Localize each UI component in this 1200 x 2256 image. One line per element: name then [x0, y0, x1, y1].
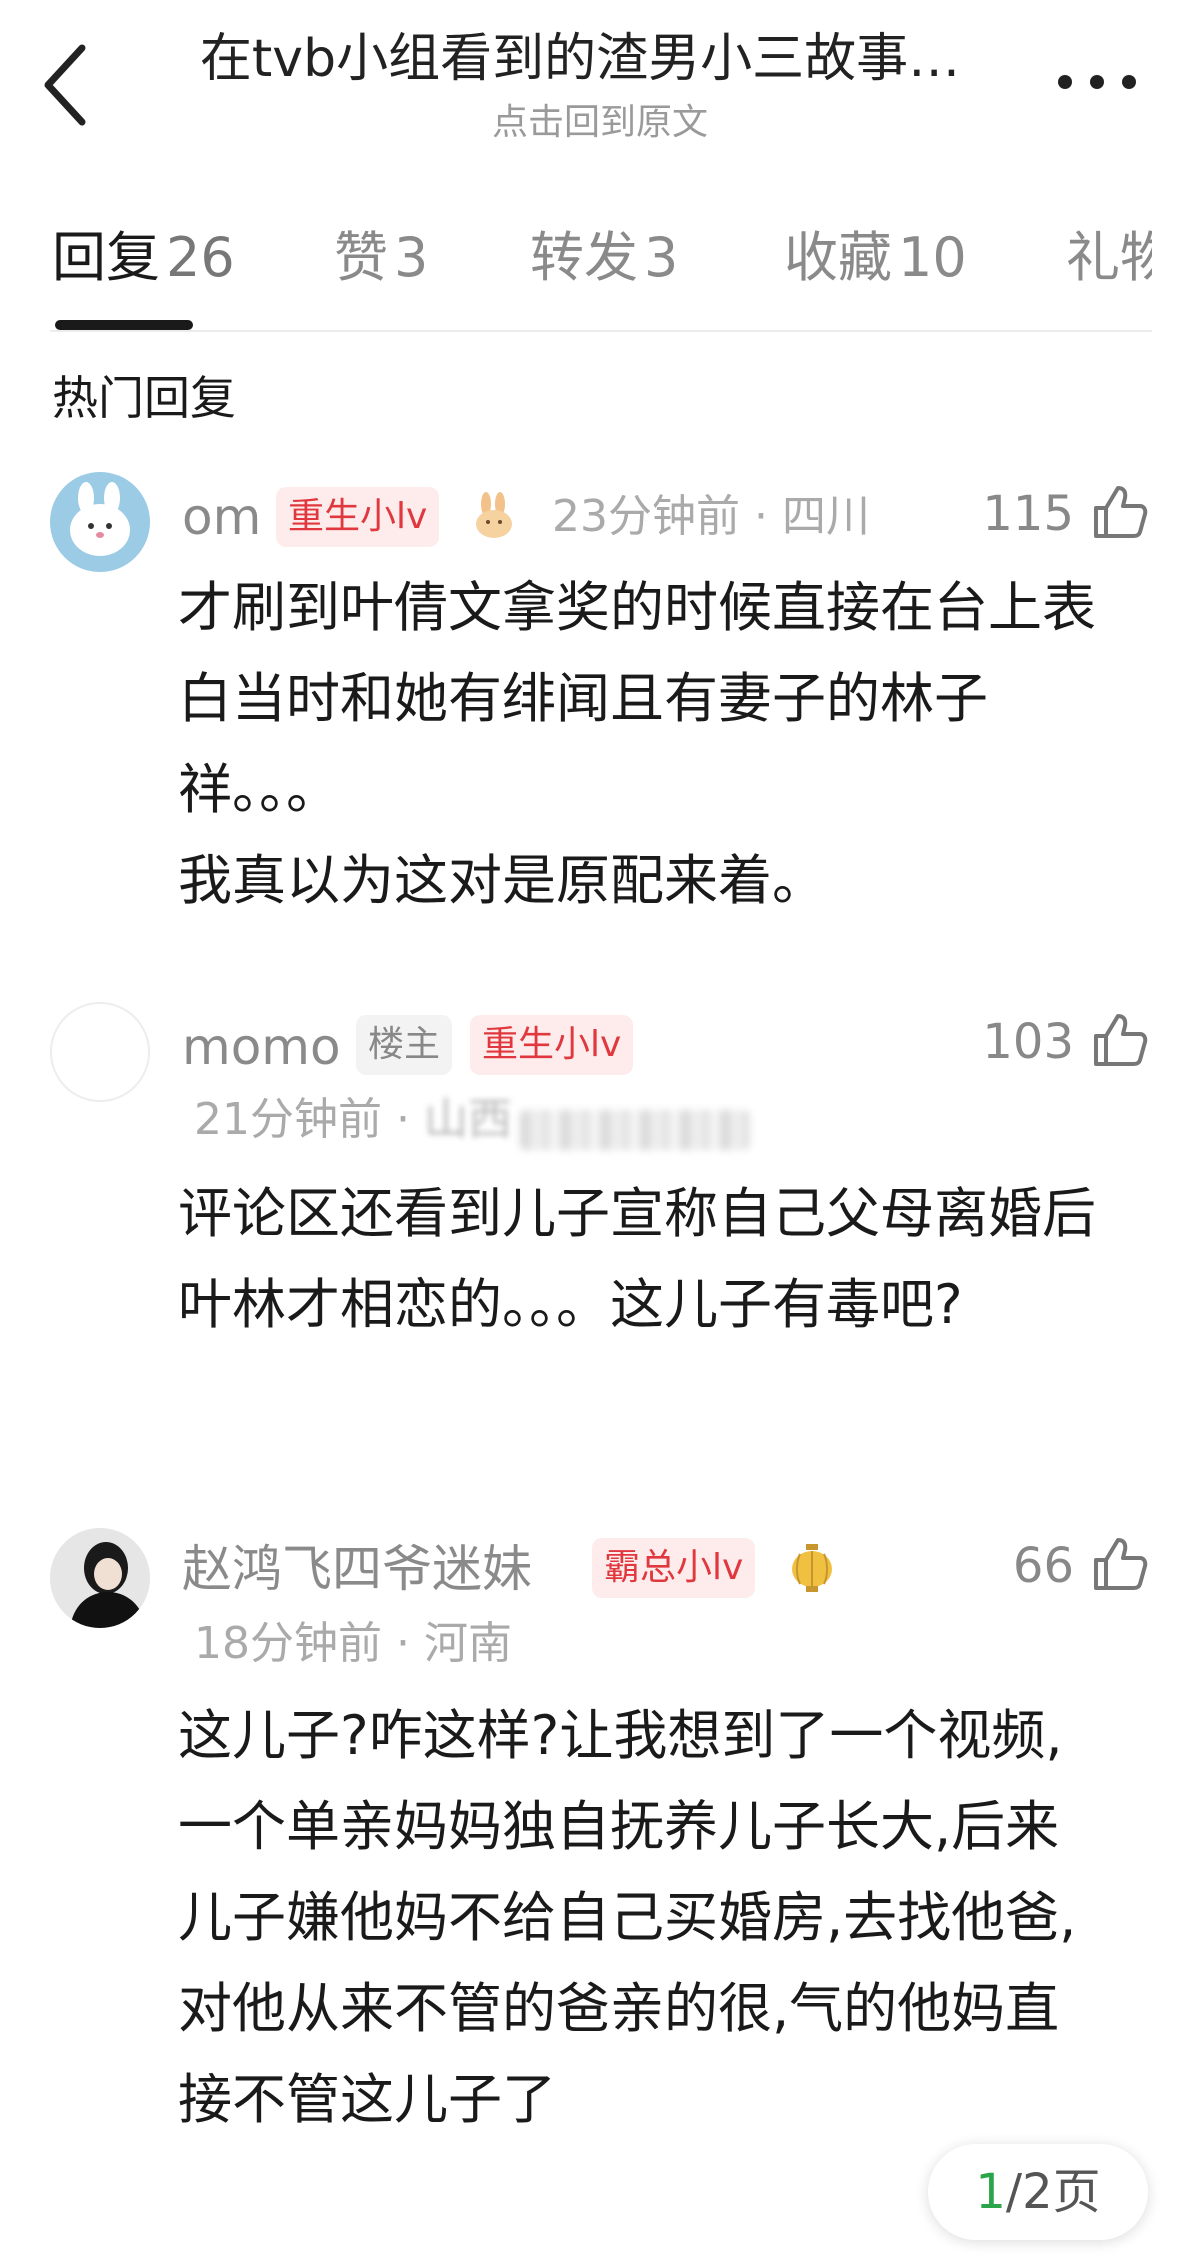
- comment-meta: 23分钟前 · 四川: [552, 487, 870, 547]
- thumbs-up-icon[interactable]: [1090, 1534, 1150, 1594]
- meta-separator: ·: [382, 1618, 424, 1669]
- tab-count: 3: [644, 226, 679, 289]
- op-badge: 楼主: [356, 1015, 453, 1075]
- person-avatar-icon: [50, 1528, 150, 1628]
- comment-location: 山西: [423, 1094, 512, 1145]
- level-badge: 重生小lv: [276, 487, 440, 547]
- comment-meta: 18分钟前 · 河南: [194, 1614, 512, 1674]
- level-badge: 重生小lv: [470, 1015, 634, 1075]
- comment-time: 21分钟前: [194, 1094, 382, 1145]
- hot-replies-heading: 热门回复: [52, 371, 236, 425]
- page-total: /2页: [1005, 2164, 1101, 2220]
- comment-location: 四川: [781, 491, 870, 542]
- thumbs-up-icon[interactable]: [1090, 482, 1150, 542]
- comment-text: 评论区还看到儿子宣称自己父母离婚后叶林才相恋的。。。这儿子有毒吧?: [178, 1182, 1096, 1336]
- tab-count: 26: [166, 226, 235, 289]
- post-title[interactable]: 在tvb小组看到的渣男小三故事…: [150, 26, 1010, 92]
- comment-time: 18分钟前: [194, 1618, 382, 1669]
- lantern-icon: [786, 1542, 838, 1594]
- tab-gifts[interactable]: 礼物: [1066, 218, 1152, 298]
- avatar[interactable]: [50, 472, 150, 572]
- avatar[interactable]: [50, 1002, 150, 1102]
- comment-location: 河南: [423, 1618, 512, 1669]
- tab-bar: 回复 26 赞3 转发 3 收藏 10 礼物: [0, 218, 1152, 332]
- more-button[interactable]: [1052, 62, 1142, 102]
- comment-item: momo 楼主 重生小lv 103 21分钟前 · 山西 评论区还看到儿子宣称自…: [0, 1000, 1200, 1430]
- like-count: 115: [982, 486, 1074, 542]
- tab-count: 3: [394, 226, 429, 289]
- comment-meta: 21分钟前 · 山西: [194, 1090, 512, 1150]
- username[interactable]: 赵鸿飞四爷迷妹: [182, 1534, 532, 1604]
- bunny-avatar-icon: [50, 472, 150, 572]
- comment-time: 23分钟前: [552, 491, 740, 542]
- meta-separator: ·: [382, 1094, 424, 1145]
- level-badge: 霸总小lv: [592, 1538, 756, 1598]
- back-button[interactable]: [36, 40, 96, 130]
- more-dot: [1090, 75, 1104, 89]
- comment-item: 赵鸿飞四爷迷妹 霸总小lv 66 18分钟前 · 河南 这儿子?咋这样?让我想到…: [0, 1520, 1200, 2240]
- comment-item: om 重生小lv 23分钟前 · 四川 115 才刷到叶倩文拿奖的时候直接在台上…: [0, 462, 1200, 962]
- like-count: 103: [982, 1014, 1074, 1070]
- comment-text: 才刷到叶倩文拿奖的时候直接在台上表白当时和她有绯闻且有妻子的林子祥。。。 我真以…: [178, 576, 1096, 912]
- username[interactable]: om: [182, 482, 261, 552]
- tab-likes[interactable]: 赞3: [334, 218, 428, 298]
- tab-replies[interactable]: 回复 26: [52, 218, 235, 298]
- more-dots-icon: [1058, 75, 1072, 89]
- tab-count: 10: [898, 226, 967, 289]
- active-tab-indicator: [55, 320, 193, 330]
- avatar[interactable]: [50, 1528, 150, 1628]
- rabbit-icon: [468, 490, 520, 542]
- tab-reposts[interactable]: 转发 3: [530, 218, 678, 298]
- top-bar: 在tvb小组看到的渣男小三故事… 点击回到原文: [0, 0, 1200, 170]
- thumbs-up-icon[interactable]: [1090, 1010, 1150, 1070]
- username[interactable]: momo: [182, 1012, 341, 1082]
- tab-label: 回复: [52, 226, 160, 289]
- back-to-post-link[interactable]: 点击回到原文: [300, 100, 900, 146]
- meta-separator: ·: [740, 491, 782, 542]
- like-count: 66: [1012, 1538, 1074, 1594]
- tab-label: 转发: [530, 226, 638, 289]
- comment-text: 这儿子?咋这样?让我想到了一个视频,一个单亲妈妈独自抚养儿子长大,后来儿子嫌他妈…: [178, 1704, 1077, 2131]
- page-indicator[interactable]: 1/2页: [928, 2144, 1148, 2240]
- tab-favorites[interactable]: 收藏 10: [784, 218, 967, 298]
- divider: [50, 330, 1152, 332]
- tab-label: 礼物: [1066, 226, 1152, 289]
- current-page: 1: [975, 2164, 1006, 2220]
- tab-label: 收藏: [784, 226, 892, 289]
- more-dot: [1122, 75, 1136, 89]
- blurred-region: [520, 1110, 750, 1150]
- tab-label: 赞: [334, 226, 388, 289]
- chevron-left-icon: [44, 44, 86, 126]
